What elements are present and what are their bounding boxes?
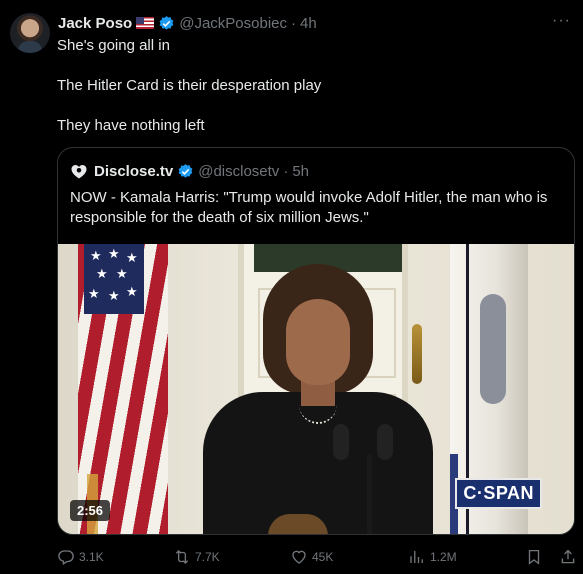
post-header: Jack Poso @JackPosobiec · 4h [58,13,563,33]
post-time[interactable]: 4h [300,15,317,32]
action-bar: 3.1K 7.7K 45K 1.2M [57,546,575,568]
views-icon [410,551,423,563]
reply-icon [58,550,74,565]
bookmark-icon [528,549,540,565]
like-button[interactable]: 45K [290,548,333,566]
more-options-icon[interactable]: ··· [552,13,571,29]
quoted-header: Disclose.tv @disclosetv · 5h [70,162,309,180]
views-count: 1.2M [430,550,457,564]
separator-dot: · [291,14,296,32]
quoted-text: NOW - Kamala Harris: "Trump would invoke… [70,189,548,226]
heart-icon [292,550,306,564]
post-text: She's going all in The Hitler Card is th… [57,36,557,156]
disclose-logo-icon [70,162,88,180]
separator-dot: · [283,162,289,180]
quoted-handle[interactable]: @disclosetv [198,163,279,180]
repost-icon [175,550,189,564]
repost-count: 7.7K [195,550,220,564]
verified-badge-icon [158,15,175,32]
reply-count: 3.1K [79,550,104,564]
reply-button[interactable]: 3.1K [57,548,104,566]
share-icon [561,549,575,564]
views-button[interactable]: 1.2M [408,548,457,566]
cspan-watermark: C·SPAN [455,478,542,509]
share-button[interactable] [559,548,581,566]
author-handle[interactable]: @JackPosobiec [179,15,287,32]
author-name[interactable]: Jack Poso [58,15,132,32]
video-player[interactable]: ★ ★ ★ ★ ★ ★ ★ ★ 2:56 C·SPAN [58,244,574,534]
post-line: The Hitler Card is their desperation pla… [57,77,322,94]
like-count: 45K [312,550,334,564]
bookmark-button[interactable] [525,548,547,566]
us-flag-icon [136,17,155,29]
video-duration: 2:56 [70,500,111,521]
post-line: They have nothing left [57,117,205,134]
post-line: She's going all in [57,37,170,54]
repost-button[interactable]: 7.7K [173,548,220,566]
quoted-time[interactable]: 5h [292,163,309,180]
speaker-figure [193,264,443,534]
author-avatar[interactable] [10,13,50,53]
quoted-author-name[interactable]: Disclose.tv [94,163,173,180]
verified-badge-icon [177,163,194,180]
quoted-post[interactable]: Disclose.tv @disclosetv · 5h NOW - Kamal… [57,147,575,535]
